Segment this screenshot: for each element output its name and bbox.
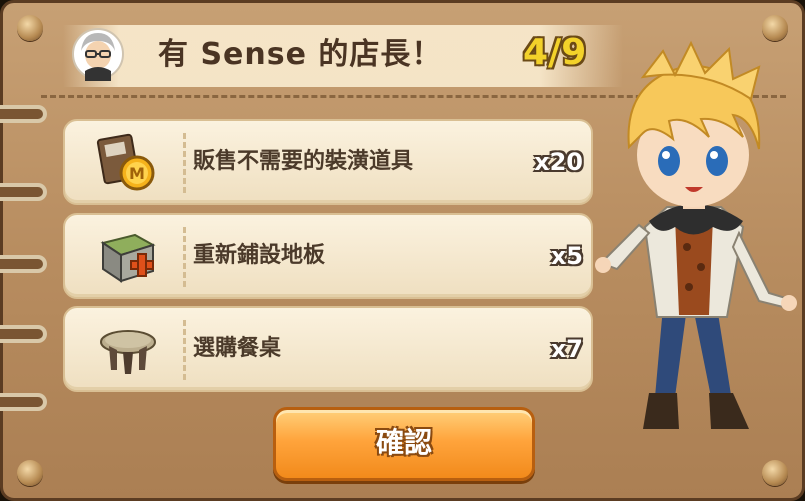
task-row: M 販售不需要的裝潢道具 x20	[63, 119, 593, 205]
task-row: 重新鋪設地板 x5	[63, 213, 593, 299]
rivet-icon	[17, 15, 43, 41]
svg-text:M: M	[129, 164, 145, 183]
shop-character-illustration	[595, 40, 797, 429]
mission-panel: 有 Sense 的店長！ 4/9 M 販售不需要的裝潢道具 x20 重新鋪設地板…	[0, 0, 805, 501]
confirm-button[interactable]: 確認	[273, 407, 535, 481]
binder-ring	[0, 183, 47, 201]
task-count: x5	[550, 242, 583, 270]
mission-progress: 4/9	[523, 32, 587, 73]
task-count: x7	[550, 335, 583, 363]
task-divider	[183, 320, 186, 380]
task-count: x20	[534, 148, 583, 176]
rivet-icon	[762, 460, 788, 486]
binder-ring	[0, 325, 47, 343]
binder-ring	[0, 393, 47, 411]
sell-decoration-icon: M	[96, 133, 155, 191]
mission-title: 有 Sense 的店長！	[158, 37, 443, 72]
task-row: 選購餐桌 x7	[63, 306, 593, 392]
task-label: 選購餐桌	[193, 336, 282, 361]
floor-tile-icon	[100, 233, 156, 283]
task-label: 重新鋪設地板	[193, 243, 326, 268]
task-divider	[183, 227, 186, 287]
task-label: 販售不需要的裝潢道具	[193, 149, 414, 174]
binder-ring	[0, 255, 47, 273]
task-divider	[183, 133, 186, 193]
table-icon	[100, 330, 156, 374]
npc-avatar-icon	[72, 28, 124, 81]
binder-ring	[0, 105, 47, 123]
rivet-icon	[17, 460, 43, 486]
